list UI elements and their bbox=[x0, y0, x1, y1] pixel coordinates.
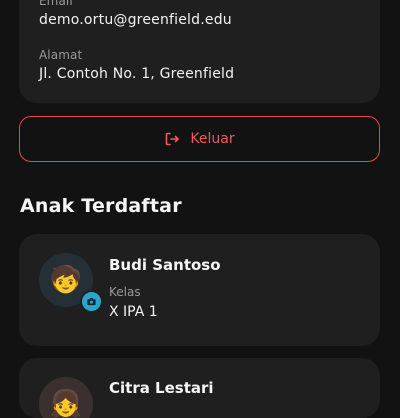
child-name: Citra Lestari bbox=[109, 379, 214, 397]
child-class-value: X IPA 1 bbox=[109, 304, 158, 320]
address-label: Alamat bbox=[39, 48, 83, 62]
child-card[interactable]: 🧒 Budi Santoso Kelas X IPA 1 bbox=[19, 234, 380, 346]
profile-info-card: Email demo.ortu@greenfield.edu Alamat Jl… bbox=[19, 0, 380, 103]
logout-button[interactable]: Keluar bbox=[19, 116, 380, 162]
section-title: Anak Terdaftar bbox=[20, 195, 182, 217]
logout-icon bbox=[164, 131, 180, 147]
address-value: Jl. Contoh No. 1, Greenfield bbox=[39, 66, 235, 82]
child-avatar-wrap: 🧒 bbox=[39, 253, 103, 313]
child-card[interactable]: 👧 Citra Lestari bbox=[19, 358, 380, 418]
child-name: Budi Santoso bbox=[109, 256, 221, 274]
email-label: Email bbox=[39, 0, 73, 8]
email-value: demo.ortu@greenfield.edu bbox=[39, 12, 232, 28]
child-class-label: Kelas bbox=[109, 285, 141, 299]
child-avatar-icon: 👧 bbox=[39, 377, 93, 418]
camera-icon[interactable] bbox=[80, 290, 103, 313]
logout-label: Keluar bbox=[190, 131, 235, 147]
child-avatar-wrap: 👧 bbox=[39, 377, 93, 418]
